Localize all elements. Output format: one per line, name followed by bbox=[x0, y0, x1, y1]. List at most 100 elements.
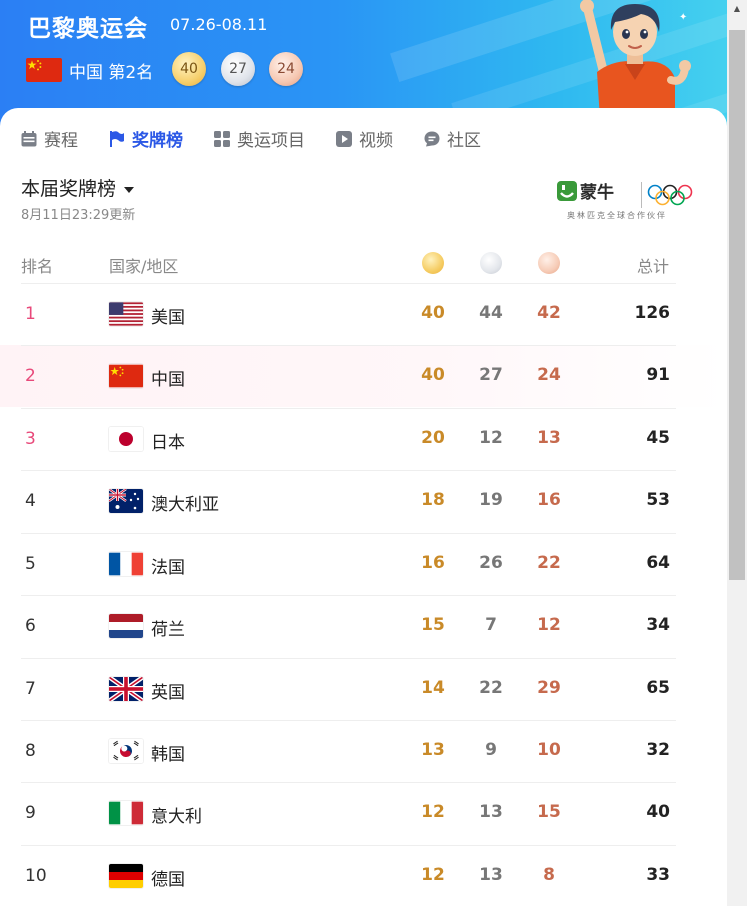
country-name: 德国 bbox=[151, 870, 185, 890]
gold-cell: 13 bbox=[421, 740, 445, 760]
vertical-scrollbar[interactable]: ▲ bbox=[727, 0, 747, 906]
tab-sports-label: 奥运项目 bbox=[237, 131, 305, 151]
country-name: 法国 bbox=[151, 558, 185, 578]
header-rank: 排名 bbox=[21, 257, 54, 276]
table-row[interactable]: 3 日本 20 12 13 45 bbox=[0, 408, 727, 470]
header-country: 国家/地区 bbox=[109, 257, 179, 276]
scroll-up-arrow-icon[interactable]: ▲ bbox=[727, 0, 747, 17]
silver-cell: 13 bbox=[479, 865, 503, 885]
rank-cell: 9 bbox=[25, 803, 36, 823]
bronze-cell: 24 bbox=[537, 365, 561, 385]
rank-cell: 6 bbox=[25, 616, 36, 636]
caret-down-icon bbox=[124, 186, 135, 193]
table-row[interactable]: 10 德国 12 13 8 33 bbox=[0, 845, 727, 907]
gold-cell: 18 bbox=[421, 490, 445, 510]
silver-cell: 44 bbox=[479, 303, 503, 323]
total-cell: 126 bbox=[634, 303, 671, 323]
grid-icon bbox=[214, 130, 230, 147]
rank-cell: 2 bbox=[25, 366, 36, 386]
korea-flag-icon bbox=[109, 739, 143, 763]
gold-cell: 12 bbox=[421, 865, 445, 885]
silver-count-badge: 27 bbox=[221, 52, 255, 86]
tab-medals[interactable]: 奖牌榜 bbox=[108, 126, 183, 151]
board-title: 本届奖牌榜 bbox=[21, 178, 117, 200]
country-name: 英国 bbox=[151, 683, 185, 703]
silver-cell: 9 bbox=[485, 740, 497, 760]
tab-video-label: 视频 bbox=[359, 131, 393, 151]
tab-sports[interactable]: 奥运项目 bbox=[213, 126, 305, 151]
scroll-thumb[interactable] bbox=[729, 30, 745, 580]
tab-schedule[interactable]: 赛程 bbox=[20, 126, 78, 151]
gold-cell: 40 bbox=[421, 303, 445, 323]
table-row[interactable]: 4 澳大利亚 18 19 16 53 bbox=[0, 470, 727, 532]
total-cell: 33 bbox=[646, 865, 670, 885]
table-row[interactable]: 8 韩国 13 9 10 32 bbox=[0, 720, 727, 782]
silver-cell: 19 bbox=[479, 490, 503, 510]
gold-cell: 16 bbox=[421, 553, 445, 573]
tab-schedule-label: 赛程 bbox=[44, 131, 78, 151]
table-row[interactable]: 7 英国 14 22 29 65 bbox=[0, 658, 727, 720]
bronze-cell: 42 bbox=[537, 303, 561, 323]
total-cell: 34 bbox=[646, 615, 670, 635]
rank-cell: 7 bbox=[25, 679, 36, 699]
tab-community[interactable]: 社区 bbox=[423, 126, 481, 151]
bronze-cell: 12 bbox=[537, 615, 561, 635]
total-cell: 32 bbox=[646, 740, 670, 760]
bronze-cell: 15 bbox=[537, 802, 561, 822]
bronze-count-badge: 24 bbox=[269, 52, 303, 86]
table-row[interactable]: 5 法国 16 26 22 64 bbox=[0, 533, 727, 595]
silver-cell: 12 bbox=[479, 428, 503, 448]
country-name: 意大利 bbox=[151, 807, 202, 827]
page-title: 巴黎奥运会 bbox=[28, 16, 148, 42]
germany-flag-icon bbox=[109, 864, 143, 888]
netherlands-flag-icon bbox=[109, 614, 143, 638]
rank-cell: 4 bbox=[25, 491, 36, 511]
france-flag-icon bbox=[109, 552, 143, 576]
country-name: 荷兰 bbox=[151, 620, 185, 640]
total-cell: 91 bbox=[646, 365, 670, 385]
bronze-cell: 29 bbox=[537, 678, 561, 698]
rank-cell: 1 bbox=[25, 304, 36, 324]
rank-cell: 10 bbox=[25, 866, 47, 886]
silver-cell: 7 bbox=[485, 615, 497, 635]
country-name: 中国 bbox=[151, 370, 185, 390]
play-icon bbox=[336, 130, 352, 147]
board-selector[interactable]: 本届奖牌榜 bbox=[21, 174, 135, 201]
chat-icon bbox=[424, 131, 440, 146]
tab-medals-label: 奖牌榜 bbox=[132, 131, 183, 151]
rank-cell: 5 bbox=[25, 554, 36, 574]
japan-flag-icon bbox=[109, 427, 143, 451]
rank-cell: 8 bbox=[25, 741, 36, 761]
svg-text:✦: ✦ bbox=[679, 12, 687, 23]
gold-cell: 15 bbox=[421, 615, 445, 635]
tab-community-label: 社区 bbox=[447, 131, 481, 151]
table-row[interactable]: 6 荷兰 15 7 12 34 bbox=[0, 595, 727, 657]
gold-count-badge: 40 bbox=[172, 52, 206, 86]
country-name: 日本 bbox=[151, 433, 185, 453]
total-cell: 53 bbox=[646, 490, 670, 510]
update-time: 8月11日23:29更新 bbox=[21, 208, 136, 223]
china-flag-icon bbox=[109, 364, 143, 388]
bronze-cell: 16 bbox=[537, 490, 561, 510]
table-row[interactable]: 1 美国 40 44 42 126 bbox=[0, 283, 727, 345]
tab-video[interactable]: 视频 bbox=[335, 126, 393, 151]
country-name: 澳大利亚 bbox=[151, 495, 219, 515]
italy-flag-icon bbox=[109, 801, 143, 825]
flag-icon bbox=[110, 130, 124, 147]
calendar-icon bbox=[21, 130, 37, 146]
bronze-cell: 10 bbox=[537, 740, 561, 760]
china-flag-icon bbox=[26, 58, 62, 82]
silver-medal-icon bbox=[480, 252, 502, 274]
olympic-rings-icon bbox=[647, 184, 693, 206]
total-cell: 64 bbox=[646, 553, 670, 573]
silver-cell: 22 bbox=[479, 678, 503, 698]
table-row[interactable]: 2 中国 40 27 24 91 bbox=[0, 345, 727, 407]
australia-flag-icon bbox=[109, 489, 143, 513]
sponsor-name: 蒙牛 bbox=[580, 182, 614, 203]
bronze-cell: 13 bbox=[537, 428, 561, 448]
gold-cell: 40 bbox=[421, 365, 445, 385]
table-header: 排名 国家/地区 总计 bbox=[0, 248, 727, 283]
bronze-cell: 8 bbox=[543, 865, 555, 885]
gold-cell: 20 bbox=[421, 428, 445, 448]
table-row[interactable]: 9 意大利 12 13 15 40 bbox=[0, 782, 727, 844]
